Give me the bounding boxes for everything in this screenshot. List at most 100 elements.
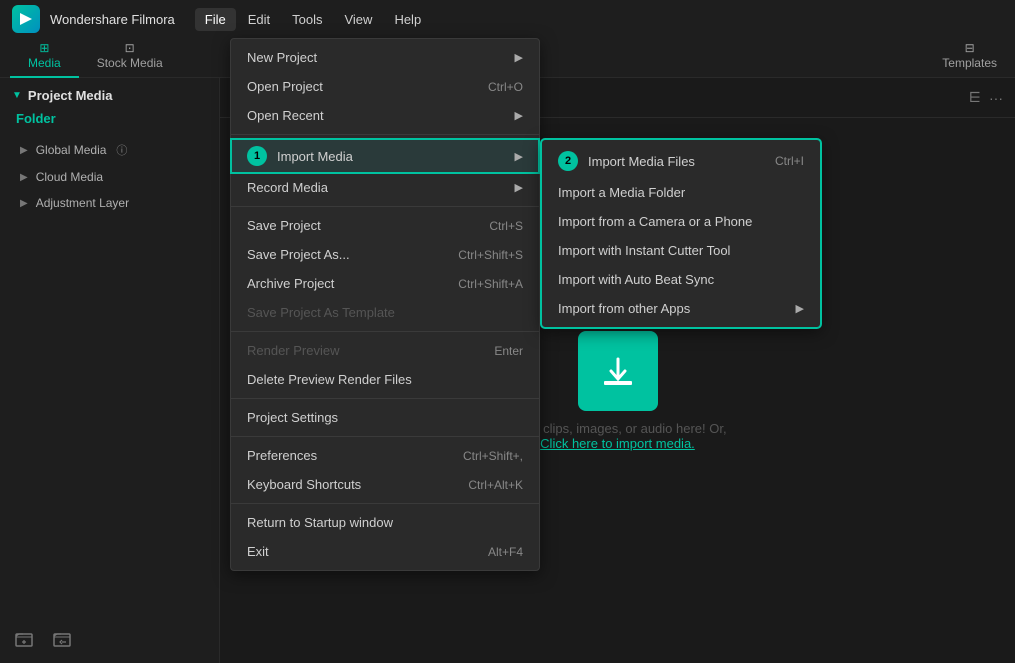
render-preview-label: Render Preview (247, 343, 340, 358)
menu-tools[interactable]: Tools (282, 8, 332, 31)
submenu-import-instant[interactable]: Import with Instant Cutter Tool (542, 236, 820, 265)
menu-save-project[interactable]: Save Project Ctrl+S (231, 211, 539, 240)
import-media-label: Import Media (277, 149, 353, 164)
new-folder-icon[interactable] (10, 625, 38, 653)
keyboard-shortcuts-shortcut: Ctrl+Alt+K (468, 478, 523, 492)
submenu-import-beat[interactable]: Import with Auto Beat Sync (542, 265, 820, 294)
open-project-shortcut: Ctrl+O (488, 80, 523, 94)
sidebar-project-media-label: Project Media (28, 88, 113, 103)
separator-1 (231, 134, 539, 135)
exit-shortcut: Alt+F4 (488, 545, 523, 559)
open-recent-arrow: ▶ (515, 109, 523, 122)
sidebar-item-global-media[interactable]: ▶ Global Media ⓘ (12, 136, 207, 164)
save-project-as-label: Save Project As... (247, 247, 350, 262)
menu-save-project-as[interactable]: Save Project As... Ctrl+Shift+S (231, 240, 539, 269)
new-project-label: New Project (247, 50, 317, 65)
new-project-arrow: ▶ (515, 51, 523, 64)
submenu-import-files[interactable]: 2 Import Media Files Ctrl+I (542, 144, 820, 178)
separator-5 (231, 436, 539, 437)
media-tab-label: Media (28, 56, 61, 70)
import-media-content: 1 Import Media (247, 146, 353, 166)
folder-label: Folder (12, 111, 207, 126)
save-project-as-shortcut: Ctrl+Shift+S (458, 248, 523, 262)
open-recent-label: Open Recent (247, 108, 324, 123)
menu-edit[interactable]: Edit (238, 8, 280, 31)
import-body-text: video clips, images, or audio here! Or, … (508, 421, 726, 451)
keyboard-shortcuts-label: Keyboard Shortcuts (247, 477, 361, 492)
archive-project-label: Archive Project (247, 276, 334, 291)
app-name: Wondershare Filmora (50, 12, 175, 27)
import-link[interactable]: Click here to import media. (540, 436, 695, 451)
sidebar-project-media-header: ▼ Project Media (12, 88, 207, 103)
menu-delete-preview[interactable]: Delete Preview Render Files (231, 365, 539, 394)
import-files-label: Import Media Files (588, 154, 695, 169)
menu-open-project[interactable]: Open Project Ctrl+O (231, 72, 539, 101)
record-media-label: Record Media (247, 180, 328, 195)
global-media-arrow: ▶ (20, 145, 28, 156)
import-instant-label: Import with Instant Cutter Tool (558, 243, 730, 258)
menu-bar: File Edit Tools View Help (195, 8, 431, 31)
tab-media[interactable]: ⊞ Media (10, 37, 79, 78)
menu-open-recent[interactable]: Open Recent ▶ (231, 101, 539, 130)
adjustment-layer-label: Adjustment Layer (36, 196, 129, 210)
stock-media-tab-label: Stock Media (97, 56, 163, 70)
menu-project-settings[interactable]: Project Settings (231, 403, 539, 432)
import-media-wrapper: 1 Import Media ▶ 2 Import Media Files Ct… (231, 139, 539, 173)
save-project-shortcut: Ctrl+S (489, 219, 523, 233)
separator-2 (231, 206, 539, 207)
import-folder-icon[interactable] (48, 625, 76, 653)
sidebar-section: ▼ Project Media Folder ▶ Global Media ⓘ … (0, 78, 219, 226)
more-options-icon[interactable]: ··· (989, 90, 1003, 106)
import-camera-label: Import from a Camera or a Phone (558, 214, 752, 229)
cloud-media-label: Cloud Media (36, 170, 103, 184)
menu-new-project[interactable]: New Project ▶ (231, 43, 539, 72)
record-media-arrow: ▶ (515, 181, 523, 194)
import-icon (578, 331, 658, 411)
import-submenu: 2 Import Media Files Ctrl+I Import a Med… (541, 139, 821, 328)
exit-label: Exit (247, 544, 269, 559)
open-project-label: Open Project (247, 79, 323, 94)
menu-preferences[interactable]: Preferences Ctrl+Shift+, (231, 441, 539, 470)
tab-stock-media[interactable]: ⊡ Stock Media (79, 37, 181, 78)
return-startup-label: Return to Startup window (247, 515, 393, 530)
project-settings-label: Project Settings (247, 410, 338, 425)
sidebar: ▼ Project Media Folder ▶ Global Media ⓘ … (0, 78, 220, 663)
menu-render-preview: Render Preview Enter (231, 336, 539, 365)
import-other-arrow: ▶ (796, 302, 804, 315)
templates-tab-label: Templates (942, 56, 997, 70)
sidebar-bottom (10, 625, 76, 653)
menu-save-as-template: Save Project As Template (231, 298, 539, 327)
badge-2: 2 (558, 151, 578, 171)
separator-4 (231, 398, 539, 399)
file-dropdown-menu: New Project ▶ Open Project Ctrl+O Open R… (230, 38, 540, 571)
preferences-shortcut: Ctrl+Shift+, (463, 449, 523, 463)
menu-help[interactable]: Help (384, 8, 431, 31)
import-description: video clips, images, or audio here! Or, (508, 421, 726, 436)
menu-exit[interactable]: Exit Alt+F4 (231, 537, 539, 566)
menu-view[interactable]: View (334, 8, 382, 31)
preferences-label: Preferences (247, 448, 317, 463)
filter-icon[interactable]: ⋿ (969, 89, 981, 106)
media-tab-icon: ⊞ (39, 41, 49, 55)
menu-archive-project[interactable]: Archive Project Ctrl+Shift+A (231, 269, 539, 298)
import-beat-label: Import with Auto Beat Sync (558, 272, 714, 287)
menu-keyboard-shortcuts[interactable]: Keyboard Shortcuts Ctrl+Alt+K (231, 470, 539, 499)
menu-return-startup[interactable]: Return to Startup window (231, 508, 539, 537)
menu-import-media[interactable]: 1 Import Media ▶ (231, 139, 539, 173)
sidebar-item-cloud-media[interactable]: ▶ Cloud Media (12, 164, 207, 190)
separator-3 (231, 331, 539, 332)
submenu-import-other[interactable]: Import from other Apps ▶ (542, 294, 820, 323)
menu-file[interactable]: File (195, 8, 236, 31)
save-project-label: Save Project (247, 218, 321, 233)
menu-record-media[interactable]: Record Media ▶ (231, 173, 539, 202)
sidebar-item-adjustment-layer[interactable]: ▶ Adjustment Layer (12, 190, 207, 216)
import-files-shortcut: Ctrl+I (775, 154, 804, 168)
stock-media-tab-icon: ⊡ (125, 41, 135, 55)
submenu-import-folder[interactable]: Import a Media Folder (542, 178, 820, 207)
submenu-import-camera[interactable]: Import from a Camera or a Phone (542, 207, 820, 236)
app-logo (12, 5, 40, 33)
save-template-label: Save Project As Template (247, 305, 395, 320)
delete-preview-label: Delete Preview Render Files (247, 372, 412, 387)
tab-templates[interactable]: ⊟ Templates (924, 37, 1015, 78)
content-icons: ⋿ ··· (969, 89, 1003, 106)
